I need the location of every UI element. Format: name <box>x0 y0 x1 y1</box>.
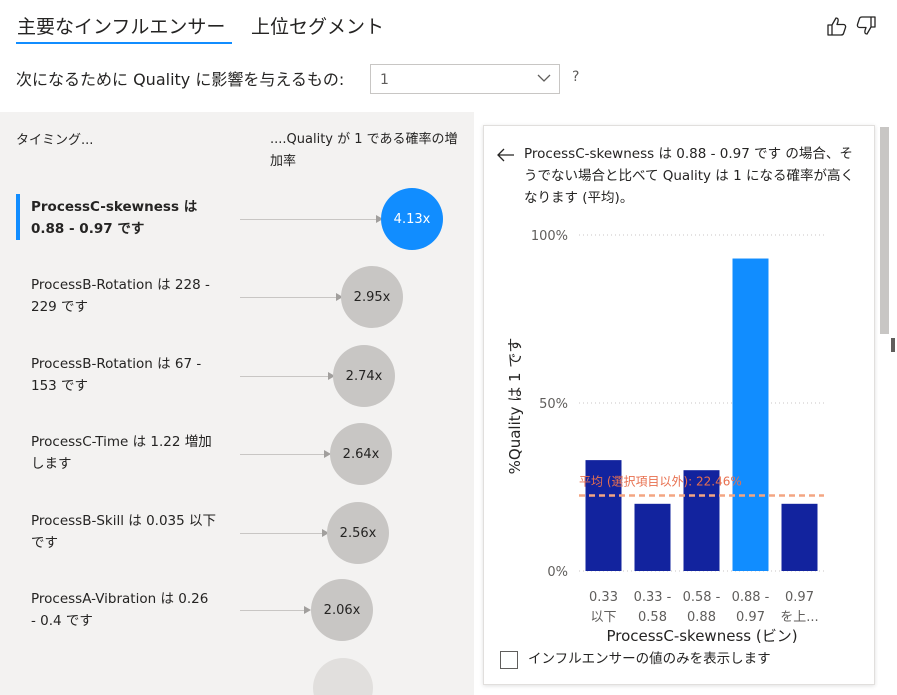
influencer-list-panel: タイミング... ....Quality が 1 である確率の増加率 Proce… <box>0 112 474 695</box>
connector-line <box>240 297 336 298</box>
scrollbar-marker <box>891 338 895 352</box>
x-tick-label: 以下 <box>590 610 616 625</box>
thumbs-down-icon[interactable] <box>855 16 877 36</box>
influencer-row[interactable]: ProcessB-Rotation は 67 - 153 です 2.74x <box>0 343 474 413</box>
bar <box>781 503 818 571</box>
tab-top-segments[interactable]: 上位セグメント <box>251 12 384 39</box>
x-tick-label: 0.33 - <box>634 590 672 605</box>
influence-bubble[interactable]: 2.06x <box>311 579 373 641</box>
influencer-label: ProcessB-Rotation は 228 - 229 です <box>31 277 210 315</box>
partial-bubble <box>313 658 373 695</box>
connector-line <box>240 533 322 534</box>
show-only-influencer-label: インフルエンサーの値のみを表示します <box>528 651 771 667</box>
x-tick-label: 0.97 <box>736 610 765 625</box>
influencer-row[interactable]: ProcessA-Vibration は 0.26 - 0.4 です 2.06x <box>0 579 474 649</box>
influence-bubble[interactable]: 2.95x <box>341 266 403 328</box>
connector-line <box>240 454 324 455</box>
influencer-label: ProcessC-skewness は 0.88 - 0.97 です <box>31 199 198 237</box>
chevron-down-icon <box>537 74 551 82</box>
thumbs-up-icon[interactable] <box>826 16 848 36</box>
x-tick-label: を上... <box>780 610 818 625</box>
influence-bubble[interactable]: 2.56x <box>327 502 389 564</box>
back-arrow-icon[interactable] <box>497 148 515 162</box>
question-label: 次になるために Quality に影響を与えるもの: <box>16 70 345 89</box>
y-tick-label: 100% <box>531 229 568 244</box>
x-tick-label: 0.58 <box>638 610 667 625</box>
influencer-row[interactable]: ProcessC-skewness は 0.88 - 0.97 です 4.13x <box>0 188 474 258</box>
bin-bar-chart: 0% 50% 100% 0.33 以下 0.33 - 0.58 0.58 - 0.88 0.88 … <box>506 229 824 645</box>
active-tab-indicator <box>16 42 232 44</box>
x-axis-title: ProcessC-skewness (ビン) <box>606 627 797 645</box>
influence-bubble[interactable]: 4.13x <box>381 188 443 250</box>
detail-description: ProcessC-skewness は 0.88 - 0.97 です の場合、そ… <box>524 146 854 206</box>
influencer-row[interactable]: ProcessB-Skill は 0.035 以下です 2.56x <box>0 501 474 571</box>
x-tick-label: 0.97 <box>785 590 814 605</box>
bar <box>634 503 671 571</box>
x-tick-label: 0.88 <box>687 610 716 625</box>
arrow-head-icon <box>304 606 311 614</box>
scrollbar-thumb[interactable] <box>880 127 889 334</box>
influencer-label: ProcessA-Vibration は 0.26 - 0.4 です <box>31 591 209 629</box>
influencer-label: ProcessC-Time は 1.22 増加します <box>31 434 212 472</box>
bar <box>732 258 769 571</box>
influencer-row[interactable]: ProcessB-Rotation は 228 - 229 です 2.95x <box>0 264 474 334</box>
connector-line <box>240 376 328 377</box>
tab-key-influencers[interactable]: 主要なインフルエンサー <box>17 12 225 39</box>
x-tick-label: 0.88 - <box>732 590 770 605</box>
connector-line <box>240 219 376 220</box>
column-header-increase: ....Quality が 1 である確率の増加率 <box>270 132 458 169</box>
influencer-label: ProcessB-Skill は 0.035 以下です <box>31 513 217 551</box>
y-tick-label: 0% <box>547 565 568 580</box>
y-tick-label: 50% <box>539 397 568 412</box>
help-icon[interactable]: ? <box>572 69 579 85</box>
target-value-dropdown[interactable]: 1 <box>370 64 560 94</box>
influencer-label: ProcessB-Rotation は 67 - 153 です <box>31 356 202 394</box>
show-only-influencer-checkbox[interactable] <box>500 651 518 669</box>
connector-line <box>240 610 304 611</box>
x-tick-label: 0.33 <box>589 590 618 605</box>
influencer-row[interactable]: ProcessC-Time は 1.22 増加します 2.64x <box>0 422 474 492</box>
y-axis-title: %Quality は 1 です <box>506 338 524 475</box>
influencer-detail-panel: ProcessC-skewness は 0.88 - 0.97 です の場合、そ… <box>483 125 875 685</box>
selection-indicator <box>16 194 20 240</box>
column-header-influencer: タイミング... <box>16 133 94 148</box>
influence-bubble[interactable]: 2.64x <box>330 423 392 485</box>
average-label: 平均 (選択項目以外): 22.46% <box>579 475 742 489</box>
x-tick-label: 0.58 - <box>683 590 721 605</box>
influence-bubble[interactable]: 2.74x <box>333 345 395 407</box>
dropdown-selected-value: 1 <box>380 72 389 88</box>
